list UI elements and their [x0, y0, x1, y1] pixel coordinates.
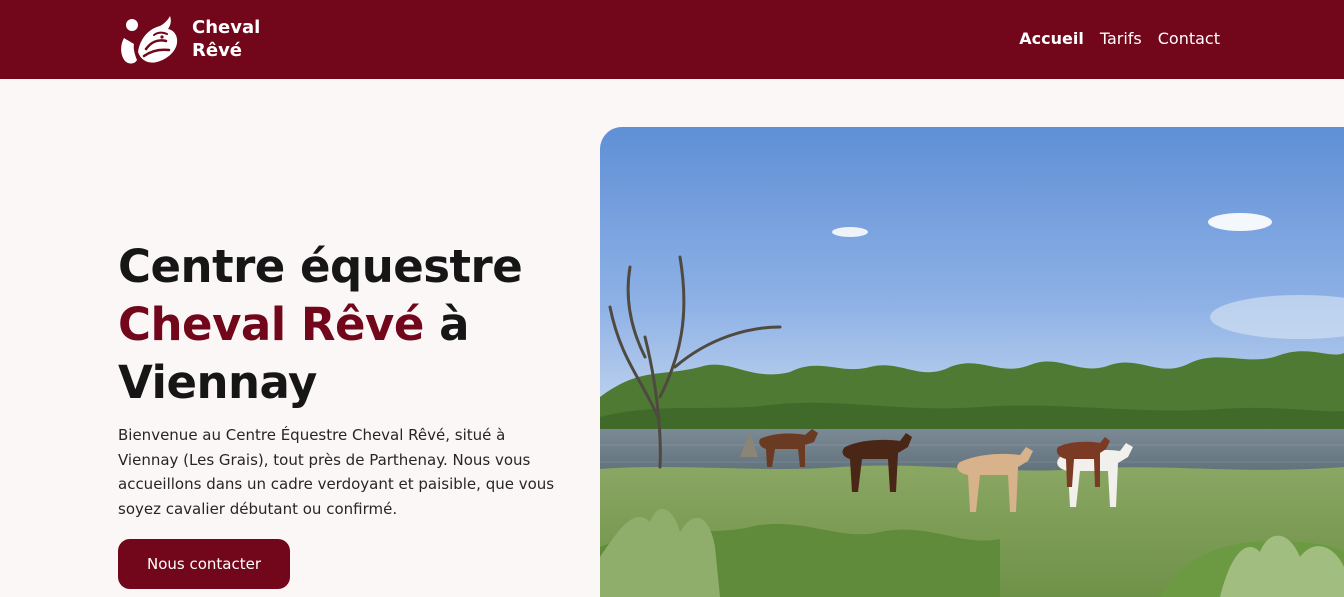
- brand-name: Cheval Rêvé: [192, 16, 282, 62]
- brand-name-line2: Rêvé: [192, 40, 243, 61]
- horses-by-the-lake-photo: [600, 127, 1344, 597]
- landscape-illustration: [600, 127, 1344, 597]
- hero-title-accent: Cheval Rêvé: [118, 298, 424, 351]
- contact-us-button[interactable]: Nous contacter: [118, 539, 290, 589]
- brand-logo-link[interactable]: Cheval Rêvé: [118, 12, 282, 66]
- nav-link-contact[interactable]: Contact: [1158, 28, 1220, 49]
- hero-title-part2: à: [439, 298, 469, 351]
- top-navigation-bar: Cheval Rêvé Accueil Tarifs Contact: [0, 0, 1344, 79]
- brand-name-line1: Cheval: [192, 17, 261, 38]
- hero-description: Bienvenue au Centre Équestre Cheval Rêvé…: [118, 426, 555, 518]
- nav-link-tarifs[interactable]: Tarifs: [1100, 28, 1142, 49]
- main-nav: Accueil Tarifs Contact: [1019, 28, 1220, 49]
- nav-link-accueil[interactable]: Accueil: [1019, 28, 1084, 49]
- horse-head-logo-icon: [121, 16, 178, 64]
- hero-title-part3: Viennay: [118, 356, 317, 409]
- hero-title: Centre équestre Cheval Rêvé à Viennay: [118, 238, 558, 412]
- hero-text-section: Centre équestre Cheval Rêvé à Viennay Bi…: [118, 238, 558, 521]
- hero-title-part1: Centre équestre: [118, 240, 523, 293]
